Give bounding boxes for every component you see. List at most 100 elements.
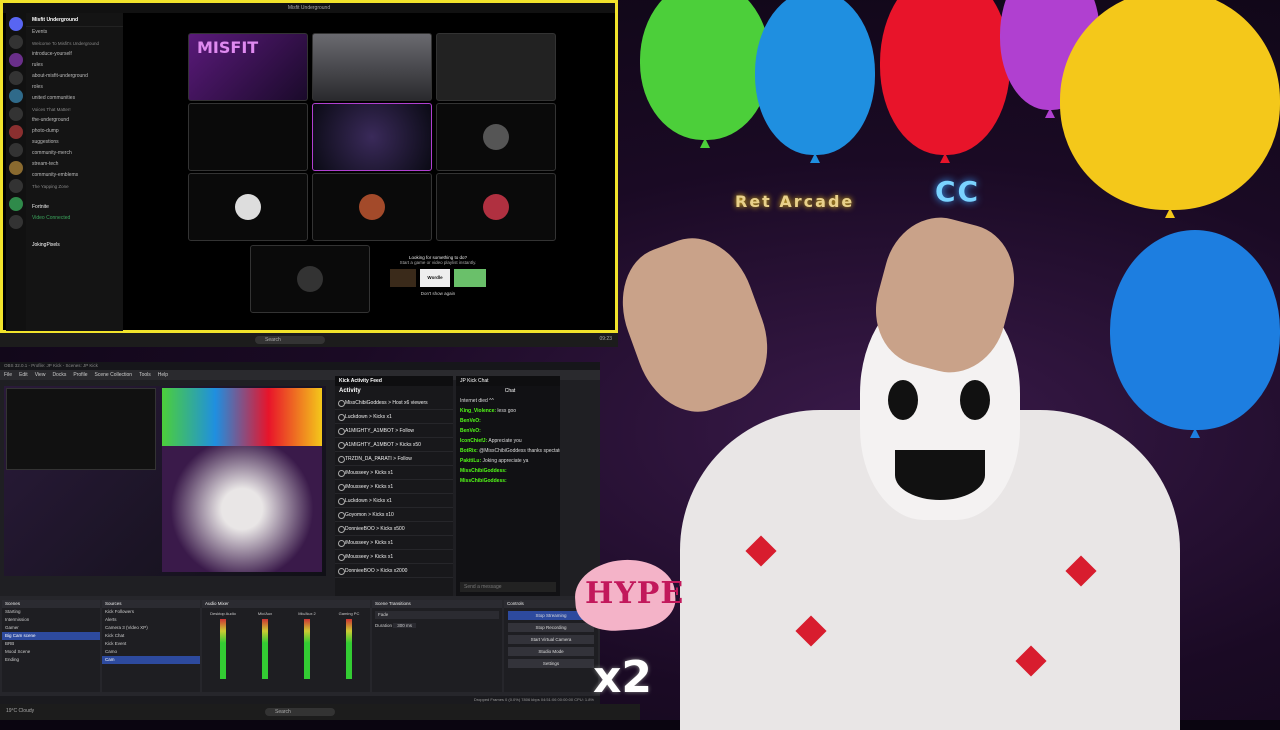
activity-row[interactable]: Luckdown > Kicks x1	[335, 410, 453, 424]
scene-item[interactable]: BRB	[2, 640, 100, 648]
scene-item[interactable]: Big Cam scene	[2, 632, 100, 640]
sources-dock[interactable]: Sources Kick Followers Alerts Camera 3 (Vi…	[102, 600, 200, 692]
channel-category[interactable]: Voices That Matter!	[26, 104, 123, 115]
taskbar-top[interactable]: Search 09:23	[0, 333, 618, 347]
activity-row[interactable]: A1MIGHTY_A1MBOT > Follow	[335, 424, 453, 438]
kick-chat[interactable]: JP Kick Chat Chat Internet died ^^ King_V…	[456, 376, 560, 606]
activity-row[interactable]: A1MIGHTY_A1MBOT > Kicks x50	[335, 438, 453, 452]
search-box[interactable]: Search	[255, 336, 325, 344]
server-icon[interactable]	[9, 215, 23, 229]
server-name[interactable]: Misfit Underground	[26, 13, 123, 27]
discord-window[interactable]: Misfit Underground Misfit Underground Ev…	[0, 0, 618, 333]
taskbar-bottom[interactable]: 19°C Cloudy Search	[0, 704, 640, 720]
channel-item[interactable]: roles	[26, 82, 123, 93]
volume-meter[interactable]	[304, 619, 310, 679]
chat-username[interactable]: MissChibiGoddess:	[460, 468, 507, 474]
source-item[interactable]: Camo	[102, 648, 200, 656]
volume-meter[interactable]	[346, 619, 352, 679]
channel-category[interactable]: The Yapping Zone	[26, 181, 123, 192]
channel-item[interactable]: introduce-yourself	[26, 49, 123, 60]
video-tile[interactable]	[188, 173, 308, 241]
scene-item[interactable]: Starting	[2, 608, 100, 616]
chat-username[interactable]: King_Violence:	[460, 408, 496, 414]
activity-row[interactable]: iMousseey > Kicks x1	[335, 550, 453, 564]
video-tile[interactable]	[436, 103, 556, 171]
menu-item[interactable]: Docks	[52, 372, 66, 378]
channel-item[interactable]: stream-tech	[26, 159, 123, 170]
source-item[interactable]: Alerts	[102, 616, 200, 624]
channel-item[interactable]: the-underground	[26, 115, 123, 126]
server-icon[interactable]	[9, 179, 23, 193]
menu-item[interactable]: Scene Collection	[95, 372, 133, 378]
chat-username[interactable]: BenVeO:	[460, 428, 481, 434]
chat-username[interactable]: BotRix:	[460, 448, 478, 454]
obs-window[interactable]: OBS 32.0.1 - Profile: JP Kick - Scenes: …	[0, 362, 600, 704]
chat-input[interactable]: Send a message	[460, 582, 556, 592]
audio-channel[interactable]: Desktop Audio	[205, 611, 241, 682]
channel-item[interactable]: about-misfit-underground	[26, 71, 123, 82]
activity-row[interactable]: iMousseey > Kicks x1	[335, 480, 453, 494]
chat-username[interactable]: MissChibiGoddess:	[460, 478, 507, 484]
chat-username[interactable]: PakitiLu:	[460, 458, 481, 464]
menu-item[interactable]: View	[35, 372, 46, 378]
transition-select[interactable]: Fade	[375, 611, 499, 619]
chat-username[interactable]: IconChiefJ:	[460, 438, 487, 444]
activity-row[interactable]: iMousseey > Kicks x1	[335, 536, 453, 550]
channel-item[interactable]: community-emblems	[26, 170, 123, 181]
source-item[interactable]: Camera 3 (Video XP)	[102, 624, 200, 632]
source-item[interactable]: Kick Event	[102, 640, 200, 648]
audio-channel[interactable]: Mic/Aux	[247, 611, 283, 682]
activity-row[interactable]: DonnieeBOO > Kicks x500	[335, 522, 453, 536]
activity-tile[interactable]	[454, 269, 486, 287]
dont-show-again-checkbox[interactable]: Don't show again	[378, 291, 498, 296]
channel-item[interactable]: Events	[26, 27, 123, 38]
activity-row[interactable]: DonnieeBOO > Kicks x2000	[335, 564, 453, 578]
channel-item[interactable]: rules	[26, 60, 123, 71]
channel-item[interactable]: community-merch	[26, 148, 123, 159]
user-name[interactable]: JokingPixels	[26, 240, 123, 251]
server-icon[interactable]	[9, 161, 23, 175]
scenes-dock[interactable]: Scenes Starting Intermission Gamer Big Cam …	[2, 600, 100, 692]
source-item[interactable]: Kick Followers	[102, 608, 200, 616]
server-list[interactable]	[6, 13, 26, 331]
channel-item[interactable]: united communities	[26, 93, 123, 104]
server-icon[interactable]	[9, 71, 23, 85]
scene-item[interactable]: Mood Scene	[2, 648, 100, 656]
audio-channel[interactable]: Gaming PC	[331, 611, 367, 682]
menu-item[interactable]: Edit	[19, 372, 28, 378]
audio-mixer-dock[interactable]: Audio Mixer Desktop Audio Mic/Aux Mic/Aux …	[202, 600, 370, 692]
search-box[interactable]: Search	[265, 708, 335, 716]
activity-row[interactable]: Luckdown > Kicks x1	[335, 494, 453, 508]
duration-input[interactable]: 300 ms	[393, 623, 417, 628]
channel-category[interactable]: Welcome To Misfit's Underground	[26, 38, 123, 49]
server-icon[interactable]	[9, 107, 23, 121]
video-tile[interactable]	[312, 173, 432, 241]
video-tile[interactable]	[188, 103, 308, 171]
channel-list[interactable]: Misfit Underground Events Welcome To Misf…	[26, 13, 123, 331]
video-tile[interactable]: MISFIT	[188, 33, 308, 101]
channel-item[interactable]: suggestions	[26, 137, 123, 148]
volume-meter[interactable]	[220, 619, 226, 679]
scene-item[interactable]: Ending	[2, 656, 100, 664]
activity-row[interactable]: MissChibiGoddess > Host x6 viewers	[335, 396, 453, 410]
server-icon[interactable]	[9, 197, 23, 211]
activity-row[interactable]: TRZDN_DA_PARATI > Follow	[335, 452, 453, 466]
activity-row[interactable]: iMousseey > Kicks x1	[335, 466, 453, 480]
server-icon[interactable]	[9, 125, 23, 139]
source-item[interactable]: Cam	[102, 656, 200, 664]
kick-activity-feed[interactable]: Kick Activity Feed Activity MissChibiGod…	[335, 376, 453, 606]
menu-item[interactable]: Profile	[73, 372, 87, 378]
video-tile[interactable]	[436, 33, 556, 101]
obs-preview[interactable]	[4, 386, 326, 576]
server-icon[interactable]	[9, 35, 23, 49]
activity-tile-wordle[interactable]: Wordle	[420, 269, 450, 287]
chat-username[interactable]: BenVeO:	[460, 418, 481, 424]
server-icon[interactable]	[9, 89, 23, 103]
video-tile[interactable]	[250, 245, 370, 313]
server-icon[interactable]	[9, 53, 23, 67]
server-icon[interactable]	[9, 143, 23, 157]
menu-item[interactable]: Help	[158, 372, 168, 378]
video-tile[interactable]	[312, 33, 432, 101]
source-item[interactable]: Kick Chat	[102, 632, 200, 640]
video-tile[interactable]	[312, 103, 432, 171]
